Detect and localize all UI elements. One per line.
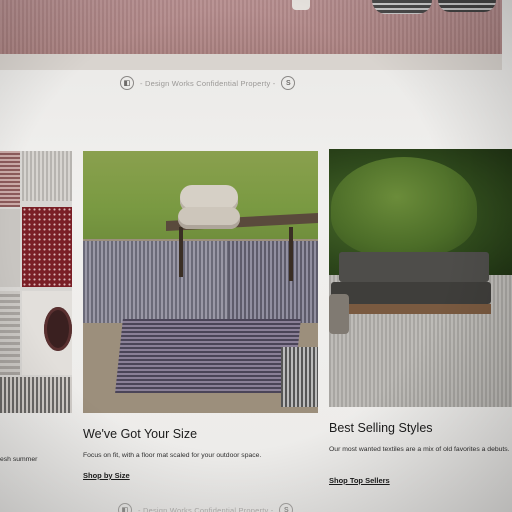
swatch	[0, 291, 20, 375]
rug	[281, 347, 318, 407]
top-banner-image[interactable]	[0, 0, 502, 56]
watermark-top: ◧ - Design Works Confidential Property -…	[120, 76, 296, 90]
screen: ◧ - Design Works Confidential Property -…	[0, 0, 512, 512]
shoe-image	[438, 0, 496, 12]
card-title: We've Got Your Size	[83, 427, 198, 441]
side-table	[329, 294, 349, 334]
watermark-text: - Design Works Confidential Property -	[138, 505, 274, 512]
card-body: esh summer	[0, 456, 38, 463]
rug	[83, 241, 228, 323]
design-works-logo-icon: ◧	[118, 503, 132, 512]
swatch	[0, 377, 72, 413]
swatch	[22, 291, 72, 375]
shrub	[331, 157, 477, 257]
swatch	[22, 151, 72, 201]
design-works-logo-icon: ◧	[120, 76, 134, 90]
rug	[115, 319, 301, 393]
swatch	[22, 207, 72, 287]
shop-top-sellers-link[interactable]: Shop Top Sellers	[329, 476, 390, 485]
card-body: Focus on fit, with a floor mat scaled fo…	[83, 452, 262, 459]
watermark-text: - Design Works Confidential Property -	[140, 78, 276, 88]
design-works-seal-icon: S	[279, 503, 294, 512]
card-image-swatches[interactable]	[0, 151, 72, 413]
bench-leg	[179, 227, 183, 277]
shoe-image	[372, 0, 432, 14]
banner-floor	[0, 54, 502, 70]
decor-foot	[292, 0, 310, 10]
sofa-seat	[331, 282, 491, 304]
sofa-base	[331, 304, 491, 314]
sofa	[339, 252, 489, 282]
pillow	[178, 207, 240, 229]
shop-by-size-link[interactable]: Shop by Size	[83, 471, 130, 480]
rug	[228, 241, 318, 323]
swatch-motif	[44, 307, 72, 351]
card-image-patio-rugs[interactable]	[83, 151, 318, 413]
swatch	[0, 209, 20, 287]
watermark-bottom: ◧ - Design Works Confidential Property -…	[118, 503, 294, 512]
card-title: Best Selling Styles	[329, 421, 433, 435]
design-works-seal-icon: S	[281, 76, 296, 90]
bench-leg	[289, 227, 293, 281]
swatch	[0, 151, 20, 207]
card-image-outdoor-sofa[interactable]	[329, 149, 512, 407]
card-body: Our most wanted textiles are a mix of ol…	[329, 446, 510, 453]
